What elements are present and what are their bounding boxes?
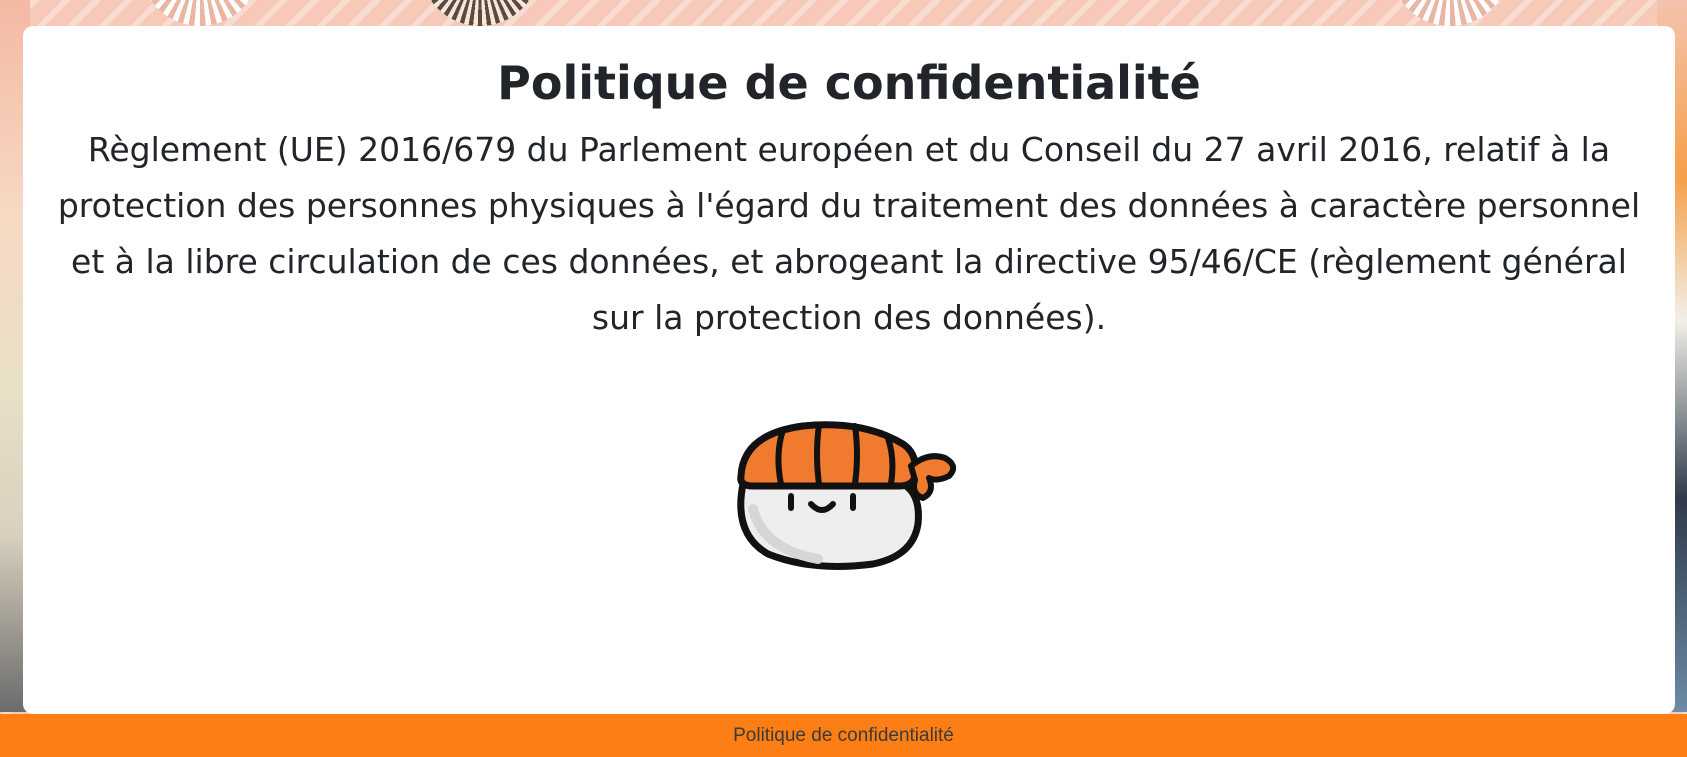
privacy-policy-card: Politique de confidentialité Règlement (… [23,26,1675,714]
page-title: Politique de confidentialité [497,56,1201,110]
site-footer: Politique de confidentialité [0,714,1687,757]
sushi-mascot-icon [737,421,957,570]
regulation-intro-text: Règlement (UE) 2016/679 du Parlement eur… [57,130,1641,337]
footer-privacy-link[interactable]: Politique de confidentialité [733,725,954,746]
